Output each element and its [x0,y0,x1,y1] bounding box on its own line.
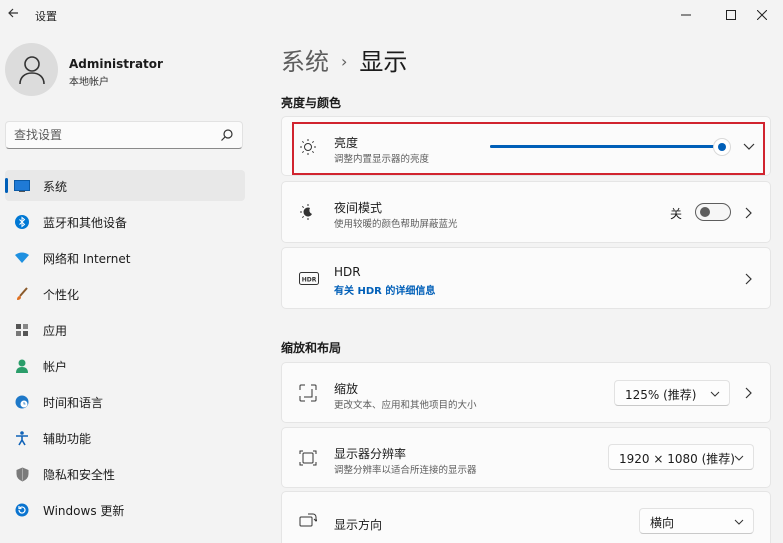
search-box[interactable] [5,121,243,149]
highlight-box [292,122,765,175]
maximize-icon [726,10,736,20]
chevron-right-icon[interactable] [741,385,757,401]
update-icon [13,501,31,519]
orientation-dropdown[interactable]: 横向 [639,508,754,534]
hdr-title: HDR [334,265,361,279]
sidebar-item-label: 系统 [43,180,68,194]
section-title-scale-layout: 缩放和布局 [281,341,342,355]
sidebar-item-bluetooth[interactable]: 蓝牙和其他设备 [5,206,245,237]
night-light-toggle-label: 关 [670,207,683,221]
avatar[interactable] [5,43,58,96]
user-name: Administrator [69,57,163,71]
sidebar-item-network[interactable]: 网络和 Internet [5,242,245,273]
minimize-button[interactable] [663,0,709,30]
toggle-knob [700,207,710,217]
account-icon [13,357,31,375]
accessibility-icon [13,429,31,447]
user-icon [18,55,45,84]
minimize-icon [681,14,691,16]
night-light-icon [298,202,318,222]
bluetooth-icon [13,213,31,231]
section-title-brightness-color: 亮度与颜色 [281,96,342,110]
active-indicator [5,178,8,193]
shield-icon [13,465,31,483]
scale-subtitle: 更改文本、应用和其他项目的大小 [334,400,477,411]
sidebar-item-label: 时间和语言 [43,396,104,410]
sidebar-item-label: 应用 [43,324,68,338]
close-icon [756,10,767,20]
resolution-dropdown[interactable]: 1920 × 1080 (推荐) [608,444,754,470]
night-light-subtitle: 使用较暖的颜色帮助屏蔽蓝光 [334,219,458,230]
network-icon [13,249,31,267]
orientation-dropdown-value: 横向 [650,516,675,530]
sidebar-item-label: 网络和 Internet [43,252,131,266]
night-light-title: 夜间模式 [334,201,383,215]
sidebar-item-label: 个性化 [43,288,80,302]
window-title: 设置 [35,10,57,23]
apps-icon [13,321,31,339]
night-light-toggle[interactable] [695,203,731,221]
resolution-dropdown-value: 1920 × 1080 (推荐) [619,452,735,466]
globe-clock-icon [13,393,31,411]
hdr-card[interactable]: HDR HDR 有关 HDR 的详细信息 [281,247,771,309]
back-arrow-icon [8,8,18,18]
scale-icon [298,383,318,403]
sidebar-item-label: Windows 更新 [43,504,125,518]
account-type: 本地帐户 [69,77,109,88]
scale-dropdown-value: 125% (推荐) [625,388,697,402]
page-title: 显示 [359,48,408,76]
back-button[interactable] [3,5,23,25]
sidebar-item-privacy[interactable]: 隐私和安全性 [5,458,245,489]
sidebar-item-label: 帐户 [43,360,68,374]
chevron-down-icon [733,452,745,464]
scale-dropdown[interactable]: 125% (推荐) [614,380,730,406]
chevron-down-icon [709,388,721,400]
sidebar-item-accounts[interactable]: 帐户 [5,350,245,381]
sidebar-item-personalization[interactable]: 个性化 [5,278,245,309]
scale-title: 缩放 [334,382,359,396]
hdr-icon: HDR [298,269,320,289]
chevron-right-icon[interactable] [741,205,757,221]
sidebar-item-accessibility[interactable]: 辅助功能 [5,422,245,453]
chevron-down-icon [733,516,745,528]
breadcrumb: 系统 › 显示 [281,42,407,77]
breadcrumb-parent[interactable]: 系统 [281,48,329,76]
sidebar-item-label: 蓝牙和其他设备 [43,216,128,230]
hdr-learn-more-link[interactable]: 有关 HDR 的详细信息 [334,282,435,297]
title-bar: 设置 [0,0,783,30]
orientation-title: 显示方向 [334,518,383,532]
orientation-icon [298,512,318,532]
close-button[interactable] [740,0,783,30]
svg-text:HDR: HDR [302,277,317,284]
sidebar-item-label: 隐私和安全性 [43,468,116,482]
sidebar-item-windows-update[interactable]: Windows 更新 [5,494,245,525]
sidebar-item-time-language[interactable]: 时间和语言 [5,386,245,417]
resolution-subtitle: 调整分辨率以适合所连接的显示器 [334,465,477,476]
search-icon[interactable] [220,128,234,142]
resolution-title: 显示器分辨率 [334,447,407,461]
brush-icon [13,285,31,303]
chevron-right-icon[interactable] [741,271,757,287]
sidebar-item-label: 辅助功能 [43,432,92,446]
breadcrumb-separator: › [341,52,348,71]
sidebar-item-system[interactable]: 系统 [5,170,245,201]
search-input[interactable] [14,127,214,143]
resolution-icon [298,448,318,468]
sidebar-item-apps[interactable]: 应用 [5,314,245,345]
system-icon [13,177,31,195]
